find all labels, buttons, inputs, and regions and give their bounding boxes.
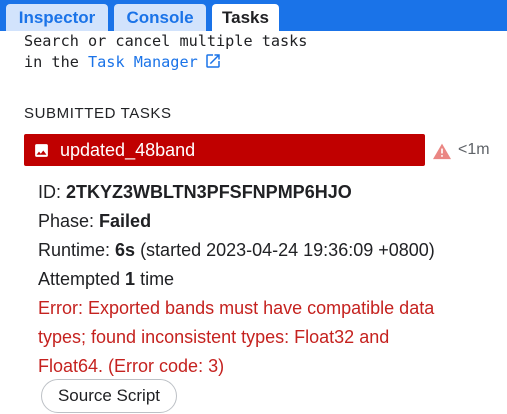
task-id-label: ID: xyxy=(38,182,67,202)
tab-bar: Inspector Console Tasks xyxy=(0,0,507,31)
section-heading: SUBMITTED TASKS xyxy=(24,105,172,122)
source-script-button[interactable]: Source Script xyxy=(41,379,177,413)
tab-inspector-label: Inspector xyxy=(18,8,96,27)
task-error-line-3: Float64. (Error code: 3) xyxy=(38,356,225,376)
warning-icon xyxy=(433,143,451,160)
task-error-line-2: types; found inconsistent types: Float32… xyxy=(38,327,390,347)
intro-text: Search or cancel multiple tasks in the T… xyxy=(24,31,307,73)
task-phase-label: Phase: xyxy=(38,211,100,231)
tab-console-label: Console xyxy=(126,8,194,27)
task-manager-link[interactable]: Task Manager xyxy=(88,53,222,71)
task-id-value: 2TKYZ3WBLTN3PFSFNPMP6HJO xyxy=(66,182,352,202)
task-attempts-count: 1 xyxy=(125,269,136,289)
intro-line-1: Search or cancel multiple tasks xyxy=(24,32,308,50)
task-id-row: ID: 2TKYZ3WBLTN3PFSFNPMP6HJO xyxy=(38,178,478,207)
open-in-new-icon xyxy=(206,54,220,68)
tab-tasks[interactable]: Tasks xyxy=(212,4,279,31)
task-phase-row: Phase: Failed xyxy=(38,207,478,236)
task-error-line-1: Error: Exported bands must have compatib… xyxy=(38,298,435,318)
task-attempts-prefix: Attempted xyxy=(38,269,126,289)
task-attempts-suffix: time xyxy=(135,269,175,289)
task-error-message: Error: Exported bands must have compatib… xyxy=(38,294,478,381)
task-started-time: (started 2023-04-24 19:36:09 +0800) xyxy=(135,240,435,260)
tab-console[interactable]: Console xyxy=(114,4,206,31)
task-header[interactable]: updated_48band xyxy=(24,134,425,166)
task-runtime-value: 6s xyxy=(115,240,136,260)
task-name: updated_48band xyxy=(60,140,196,160)
task-runtime-label: Runtime: xyxy=(38,240,116,260)
task-phase-value: Failed xyxy=(99,211,152,231)
intro-line-2-prefix: in the xyxy=(24,53,89,71)
image-icon xyxy=(35,144,48,157)
task-age: <1m xyxy=(458,141,490,158)
task-manager-link-label: Task Manager xyxy=(88,53,198,71)
task-runtime-row: Runtime: 6s (started 2023-04-24 19:36:09… xyxy=(38,236,478,265)
tab-tasks-label: Tasks xyxy=(222,8,269,27)
task-attempts-row: Attempted 1 time xyxy=(38,265,478,294)
tab-inspector[interactable]: Inspector xyxy=(6,4,108,31)
task-details: ID: 2TKYZ3WBLTN3PFSFNPMP6HJO Phase: Fail… xyxy=(38,178,478,381)
